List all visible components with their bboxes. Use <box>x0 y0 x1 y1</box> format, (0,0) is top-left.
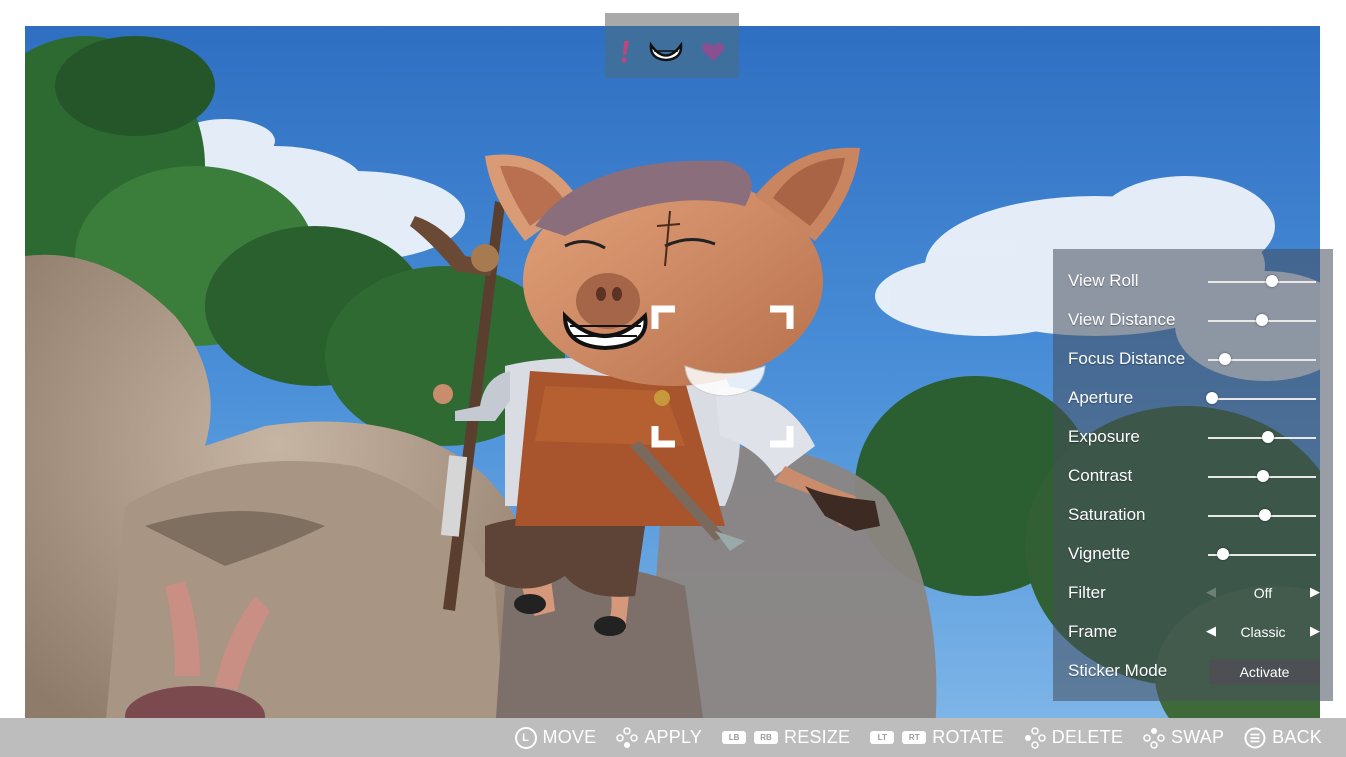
sticker-tray <box>605 26 739 78</box>
setting-label: View Distance <box>1068 310 1176 329</box>
slider-handle[interactable] <box>1206 392 1219 404</box>
hint-back[interactable]: BACK <box>1244 727 1322 749</box>
left-stick-icon: L <box>514 726 537 749</box>
lb-button-icon: LB <box>722 731 747 744</box>
bumper-buttons: LB RB <box>722 731 779 744</box>
sticker-bar <box>605 13 739 78</box>
setting-contrast[interactable]: Contrast <box>1053 457 1333 496</box>
setting-label: View Roll <box>1068 271 1139 290</box>
frame-value: Classic <box>1240 624 1286 640</box>
setting-view-roll[interactable]: View Roll <box>1053 262 1333 301</box>
setting-label: Vignette <box>1068 544 1131 563</box>
hint-label: APPLY <box>644 727 703 747</box>
hint-label: ROTATE <box>932 727 1004 747</box>
setting-view-distance[interactable]: View Distance <box>1053 301 1333 340</box>
setting-vignette[interactable]: Vignette <box>1053 535 1333 574</box>
setting-label: Saturation <box>1068 505 1146 524</box>
rb-button-icon: RB <box>754 731 779 744</box>
setting-frame[interactable]: Frame ◀ Classic ▶ <box>1053 613 1333 652</box>
controller-hint-bar: L MOVE APPLY LB RB RESIZE LT RT ROTATE D… <box>0 718 1346 757</box>
arrow-right-icon[interactable]: ▶ <box>1310 584 1320 600</box>
hint-row: L MOVE APPLY LB RB RESIZE LT RT ROTATE D… <box>514 718 1322 757</box>
frame-selector[interactable]: ◀ Classic ▶ <box>1206 622 1320 642</box>
setting-label: Filter <box>1068 583 1106 602</box>
slider-handle[interactable] <box>1219 353 1232 365</box>
slider-handle[interactable] <box>1259 509 1272 521</box>
setting-exposure[interactable]: Exposure <box>1053 418 1333 457</box>
filter-selector[interactable]: ◀ Off ▶ <box>1206 583 1320 603</box>
rt-button-icon: RT <box>902 731 927 744</box>
menu-button-icon <box>1244 727 1266 748</box>
setting-label: Contrast <box>1068 466 1133 485</box>
face-buttons-x-icon <box>1024 726 1046 749</box>
trigger-buttons: LT RT <box>870 731 927 744</box>
setting-focus-distance[interactable]: Focus Distance <box>1053 340 1333 379</box>
setting-label: Frame <box>1068 622 1118 641</box>
setting-label: Exposure <box>1068 427 1140 446</box>
photo-settings-panel: View Roll View Distance Focus Distance A… <box>1053 249 1333 701</box>
exclamation-sticker-icon[interactable] <box>619 40 631 64</box>
slider-handle[interactable] <box>1217 548 1230 560</box>
slider-handle[interactable] <box>1265 275 1278 287</box>
hint-rotate[interactable]: LT RT ROTATE <box>870 727 1004 748</box>
hint-label: DELETE <box>1051 727 1124 747</box>
setting-saturation[interactable]: Saturation <box>1053 496 1333 535</box>
filter-value: Off <box>1253 585 1273 601</box>
face-buttons-a-icon <box>616 726 639 748</box>
setting-label: Sticker Mode <box>1068 661 1168 680</box>
hint-label: RESIZE <box>784 727 851 747</box>
slider-handle[interactable] <box>1256 314 1268 326</box>
grin-sticker-icon[interactable] <box>649 42 683 62</box>
hint-label: MOVE <box>542 727 597 747</box>
hint-move[interactable]: L MOVE <box>514 726 597 749</box>
hint-swap[interactable]: SWAP <box>1143 727 1224 749</box>
setting-label: Aperture <box>1068 388 1134 407</box>
slider-handle[interactable] <box>1257 470 1270 482</box>
setting-filter[interactable]: Filter ◀ Off ▶ <box>1053 574 1333 613</box>
lt-button-icon: LT <box>870 731 895 744</box>
hint-label: BACK <box>1272 727 1322 747</box>
arrow-left-icon[interactable]: ◀ <box>1206 584 1216 600</box>
view-roll-slider[interactable] <box>1208 281 1316 283</box>
hint-resize[interactable]: LB RB RESIZE <box>722 727 850 748</box>
activate-button[interactable]: Activate <box>1209 660 1320 684</box>
setting-label: Focus Distance <box>1068 349 1186 368</box>
hint-delete[interactable]: DELETE <box>1024 726 1124 749</box>
arrow-left-icon[interactable]: ◀ <box>1206 623 1216 639</box>
face-buttons-y-icon <box>1143 727 1165 749</box>
setting-sticker-mode[interactable]: Sticker Mode Activate <box>1053 652 1333 691</box>
hint-label: SWAP <box>1171 727 1225 747</box>
slider-handle[interactable] <box>1262 431 1275 443</box>
setting-aperture[interactable]: Aperture <box>1053 379 1333 418</box>
aperture-slider[interactable] <box>1208 398 1316 400</box>
arrow-right-icon[interactable]: ▶ <box>1310 623 1320 639</box>
heart-sticker-icon[interactable] <box>701 42 725 62</box>
hint-apply[interactable]: APPLY <box>616 726 703 749</box>
